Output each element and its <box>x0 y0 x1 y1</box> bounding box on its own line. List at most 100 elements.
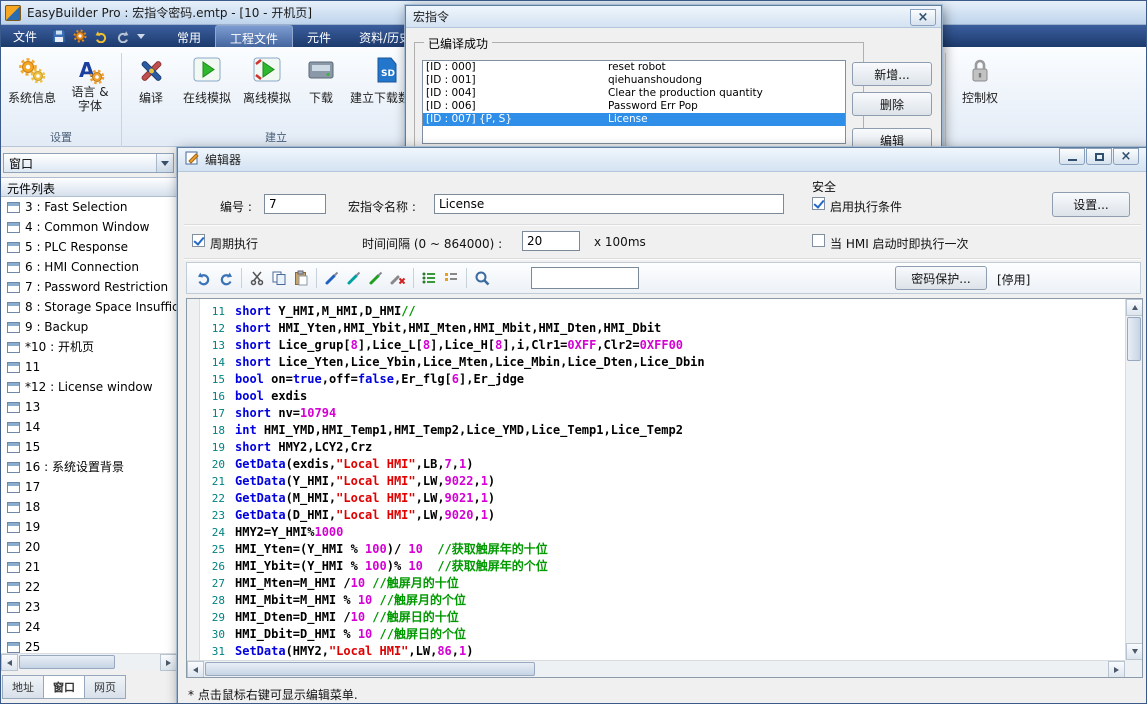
scroll-left-icon[interactable] <box>187 661 204 678</box>
tree-item[interactable]: *10 : 开机页 <box>1 337 177 357</box>
menu-tab[interactable]: 元件 <box>293 25 345 47</box>
macro-name-input[interactable] <box>434 194 784 214</box>
save-icon[interactable] <box>51 28 67 44</box>
tree-item[interactable]: 8 : Storage Space Insuffic <box>1 297 177 317</box>
ribbon-button-online-simulation[interactable]: 在线模拟 <box>179 51 235 129</box>
tree-item[interactable]: 19 <box>1 517 177 537</box>
line-number: 16 <box>201 388 235 405</box>
tree-item[interactable]: 16 : 系统设置背景 <box>1 457 177 477</box>
cut-icon[interactable] <box>246 268 268 288</box>
sidebar-tab[interactable]: 网页 <box>84 675 126 699</box>
copy-icon[interactable] <box>268 268 290 288</box>
macro-list-row[interactable]: [ID : 006]Password Err Pop <box>423 100 845 113</box>
ribbon-button-system-info[interactable]: 系统信息 <box>5 51 59 129</box>
code-vertical-scrollbar[interactable] <box>1125 299 1142 660</box>
remove-macro-icon[interactable] <box>387 268 409 288</box>
minimize-button[interactable] <box>1059 148 1085 165</box>
code-editor[interactable]: 11short Y_HMI,M_HMI,D_HMI//12short HMI_Y… <box>186 298 1143 678</box>
tree-item[interactable]: 7 : Password Restriction <box>1 277 177 297</box>
tree-item[interactable]: 24 <box>1 617 177 637</box>
sidebar-horizontal-scrollbar[interactable] <box>1 653 177 670</box>
close-button[interactable]: × <box>1113 148 1139 165</box>
paste-icon[interactable] <box>290 268 312 288</box>
scroll-down-icon[interactable] <box>1126 643 1143 660</box>
macro-delete-button[interactable]: 删除 <box>852 92 932 116</box>
ribbon-button-control-permission[interactable]: 控制权 <box>951 51 1009 129</box>
code-horizontal-scrollbar[interactable] <box>187 660 1125 677</box>
variable-list-icon[interactable] <box>440 268 462 288</box>
macro-search-input[interactable] <box>531 267 639 289</box>
exec-condition-checkbox[interactable] <box>812 197 825 210</box>
tree-item[interactable]: 3 : Fast Selection <box>1 197 177 217</box>
maximize-button[interactable] <box>1086 148 1112 165</box>
tree-item[interactable]: 23 <box>1 597 177 617</box>
tree-item[interactable]: 18 <box>1 497 177 517</box>
ribbon-button-offline-simulation[interactable]: 离线模拟 <box>239 51 295 129</box>
scrollbar-thumb[interactable] <box>19 655 115 669</box>
tree-item[interactable]: 6 : HMI Connection <box>1 257 177 277</box>
search-icon[interactable] <box>471 268 493 288</box>
api-list-icon[interactable] <box>418 268 440 288</box>
ribbon-button-language-font[interactable]: A 语言 &字体 <box>63 51 117 129</box>
macro-id-input[interactable] <box>264 194 326 214</box>
insert-macro-green-icon[interactable] <box>365 268 387 288</box>
redo-icon[interactable] <box>215 268 237 288</box>
tree-item[interactable]: 17 <box>1 477 177 497</box>
window-category-dropdown[interactable]: 窗口 <box>3 153 174 173</box>
tree-item[interactable]: *12 : License window <box>1 377 177 397</box>
compile-status-label: 已编译成功 <box>424 35 492 52</box>
quick-access-dropdown-icon[interactable] <box>137 34 145 39</box>
macro-list-row[interactable]: [ID : 004]Clear the production quantity <box>423 87 845 100</box>
tree-item[interactable]: 22 <box>1 577 177 597</box>
macro-list: [ID : 000]reset robot[ID : 001]qiehuansh… <box>422 60 846 144</box>
editor-title-bar[interactable]: 编辑器 × <box>178 148 1147 172</box>
menu-tab[interactable]: 常用 <box>163 25 215 47</box>
scroll-left-icon[interactable] <box>1 654 18 671</box>
scroll-right-icon[interactable] <box>160 654 177 671</box>
tree-item[interactable]: 5 : PLC Response <box>1 237 177 257</box>
redo-icon[interactable] <box>114 28 130 44</box>
window-title: EasyBuilder Pro : 宏指令密码.emtp - [10 - 开机页… <box>27 4 312 21</box>
ribbon-button-compile[interactable]: 编译 <box>127 51 175 129</box>
periodic-exec-checkbox[interactable] <box>192 234 205 247</box>
macro-list-row[interactable]: [ID : 001]qiehuanshoudong <box>423 74 845 87</box>
scroll-right-icon[interactable] <box>1108 661 1125 678</box>
macro-dialog-close-button[interactable]: × <box>910 9 936 26</box>
macro-list-row[interactable]: [ID : 007] {P, S}License <box>423 113 845 126</box>
run-on-startup-checkbox[interactable] <box>812 234 825 247</box>
password-protect-button[interactable]: 密码保护... <box>895 266 987 290</box>
security-settings-button[interactable]: 设置... <box>1052 192 1130 217</box>
code-margin <box>187 299 200 677</box>
scrollbar-thumb[interactable] <box>205 662 535 676</box>
tree-item[interactable]: 9 : Backup <box>1 317 177 337</box>
scrollbar-thumb[interactable] <box>1127 317 1141 361</box>
sidebar-tab[interactable]: 窗口 <box>43 675 85 699</box>
tree-item[interactable]: 20 <box>1 537 177 557</box>
tree-item[interactable]: 14 <box>1 417 177 437</box>
macro-new-button[interactable]: 新增... <box>852 62 932 86</box>
code-token: GetData <box>235 474 286 488</box>
code-token: "Local HMI" <box>336 508 415 522</box>
tree-item[interactable]: 13 <box>1 397 177 417</box>
tree-item[interactable]: 15 <box>1 437 177 457</box>
line-number: 31 <box>201 643 235 660</box>
tree-item[interactable]: 21 <box>1 557 177 577</box>
sidebar-tab[interactable]: 地址 <box>2 675 44 699</box>
insert-macro-teal-icon[interactable] <box>343 268 365 288</box>
interval-input[interactable] <box>522 231 580 251</box>
dropdown-arrow-icon[interactable] <box>156 154 173 172</box>
insert-macro-blue-icon[interactable] <box>321 268 343 288</box>
scroll-up-icon[interactable] <box>1126 299 1143 316</box>
menu-tab[interactable]: 工程文件 <box>215 25 293 47</box>
menu-file-tab[interactable]: 文件 <box>1 25 49 48</box>
macro-list-row[interactable]: [ID : 000]reset robot <box>423 61 845 74</box>
lock-icon <box>951 55 1009 89</box>
macro-dialog-title-bar[interactable]: 宏指令 × <box>406 6 941 28</box>
tree-item[interactable]: 11 <box>1 357 177 377</box>
undo-icon[interactable] <box>93 28 109 44</box>
settings-gear-icon[interactable] <box>72 28 88 44</box>
ribbon-button-download[interactable]: 下载 <box>299 51 343 129</box>
tree-item[interactable]: 25 <box>1 637 177 653</box>
tree-item[interactable]: 4 : Common Window <box>1 217 177 237</box>
undo-icon[interactable] <box>193 268 215 288</box>
